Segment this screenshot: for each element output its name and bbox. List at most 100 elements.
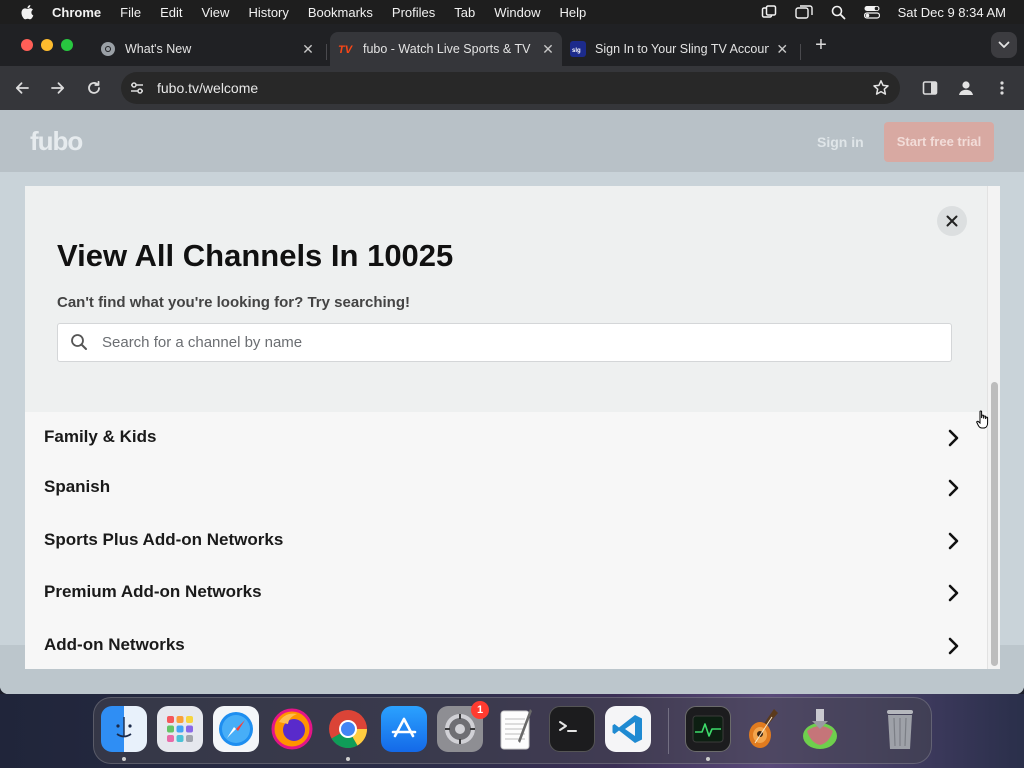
tab-strip: What's New ✕ TV fubo - Watch Live Sports… [0,24,1024,66]
category-label: Premium Add-on Networks [44,582,262,601]
running-indicator [706,757,710,761]
tab-close-icon[interactable]: ✕ [540,41,556,58]
channel-category-list: Family & Kids Spanish Sports Plus Add-on… [25,412,987,669]
address-bar[interactable]: fubo.tv/welcome [121,72,900,104]
archive-utility-icon[interactable] [797,706,843,752]
tab-whats-new[interactable]: What's New ✕ [100,32,322,66]
tab-close-icon[interactable]: ✕ [300,41,316,58]
menu-help[interactable]: Help [560,5,587,20]
firefox-icon[interactable] [269,706,315,752]
system-settings-icon[interactable]: 1 [437,701,489,752]
category-row-premium-addon[interactable]: Premium Add-on Networks [25,572,987,612]
vscode-icon[interactable] [605,706,651,752]
menu-view[interactable]: View [201,5,229,20]
chrome-browser-window: What's New ✕ TV fubo - Watch Live Sports… [0,24,1024,694]
channel-search-box[interactable] [57,323,952,362]
chevron-down-icon [998,41,1010,48]
arrow-left-icon [15,82,29,94]
chrome-icon[interactable] [325,706,371,752]
category-row-addon-networks[interactable]: Add-on Networks [25,625,987,665]
sling-icon: slg [570,41,586,57]
terminal-icon[interactable] [549,706,595,752]
bookmark-star-icon[interactable] [872,79,890,97]
url-text: fubo.tv/welcome [157,80,259,96]
chevron-right-icon [948,532,959,550]
category-label: Spanish [44,477,111,496]
fubo-tv-icon: TV [338,41,354,57]
notification-badge: 1 [471,701,489,719]
menu-profiles[interactable]: Profiles [392,5,435,20]
safari-icon[interactable] [213,706,259,752]
forward-button[interactable] [46,76,70,100]
category-row-family-kids[interactable]: Family & Kids [25,417,987,457]
tab-separator [326,44,327,60]
macos-menu-bar: Chrome File Edit View History Bookmarks … [0,0,1024,24]
chevron-right-icon [948,479,959,497]
page-viewport: fubo Sign in Start free trial View All C… [0,110,1024,694]
menu-bookmarks[interactable]: Bookmarks [308,5,373,20]
apple-logo-icon[interactable] [20,4,34,20]
sign-in-link[interactable]: Sign in [817,134,864,150]
menu-window[interactable]: Window [494,5,540,20]
window-minimize-button[interactable] [41,39,53,51]
textedit-icon[interactable] [493,706,539,752]
channel-search-input[interactable] [102,324,942,361]
svg-text:TV: TV [338,44,354,55]
control-center-icon[interactable] [863,5,880,19]
macos-dock: 1 [93,697,932,764]
back-button[interactable] [10,76,34,100]
tab-sling[interactable]: slg Sign In to Your Sling TV Account ✕ [570,32,796,66]
menu-edit[interactable]: Edit [160,5,182,20]
modal-title: View All Channels In 10025 [57,238,454,273]
category-label: Family & Kids [44,427,157,446]
menu-history[interactable]: History [248,5,288,20]
menu-bar-clock[interactable]: Sat Dec 9 8:34 AM [898,5,1006,20]
fubo-logo[interactable]: fubo [30,126,83,157]
dock-separator [668,708,669,754]
launchpad-icon[interactable] [157,706,203,752]
modal-close-button[interactable] [937,206,967,236]
profile-button[interactable] [954,76,978,100]
chrome-menu-button[interactable] [990,76,1014,100]
app-store-icon[interactable] [381,706,427,752]
tab-title: fubo - Watch Live Sports & TV [363,42,531,56]
running-indicator [122,757,126,761]
window-switcher-icon[interactable] [794,4,813,20]
tab-search-button[interactable] [991,32,1017,58]
tab-separator [800,44,801,60]
svg-text:slg: slg [572,48,581,54]
trash-icon[interactable] [877,706,923,752]
side-panel-button[interactable] [918,76,942,100]
start-free-trial-button[interactable]: Start free trial [884,122,994,162]
chrome-icon [100,41,116,57]
window-fullscreen-button[interactable] [61,39,73,51]
close-icon [946,215,958,227]
tab-title: What's New [125,42,192,56]
hand-pointer-cursor-icon [976,410,989,429]
menu-app-name[interactable]: Chrome [52,5,101,20]
more-vertical-icon [1000,81,1004,95]
tab-close-icon[interactable]: ✕ [775,41,790,58]
activity-monitor-icon[interactable] [685,706,731,752]
browser-toolbar: fubo.tv/welcome [0,66,1024,110]
garageband-icon[interactable] [741,706,787,752]
menu-tab[interactable]: Tab [454,5,475,20]
new-tab-button[interactable]: + [810,34,832,56]
reload-button[interactable] [82,76,106,100]
window-close-button[interactable] [21,39,33,51]
side-panel-icon [922,81,938,95]
scrollbar-thumb[interactable] [991,382,998,666]
menu-file[interactable]: File [120,5,141,20]
tab-fubo[interactable]: TV fubo - Watch Live Sports & TV ✕ [330,32,562,66]
modal-subtitle: Can't find what you're looking for? Try … [57,294,410,311]
running-indicator [346,757,350,761]
finder-icon[interactable] [101,706,147,752]
reload-icon [88,80,100,94]
site-info-icon[interactable] [129,80,145,96]
screen-mirror-icon[interactable] [761,4,777,20]
search-icon [71,334,87,350]
category-label: Add-on Networks [44,635,185,654]
spotlight-search-icon[interactable] [831,5,846,20]
category-row-sports-plus[interactable]: Sports Plus Add-on Networks [25,520,987,560]
category-row-spanish[interactable]: Spanish [25,467,987,507]
